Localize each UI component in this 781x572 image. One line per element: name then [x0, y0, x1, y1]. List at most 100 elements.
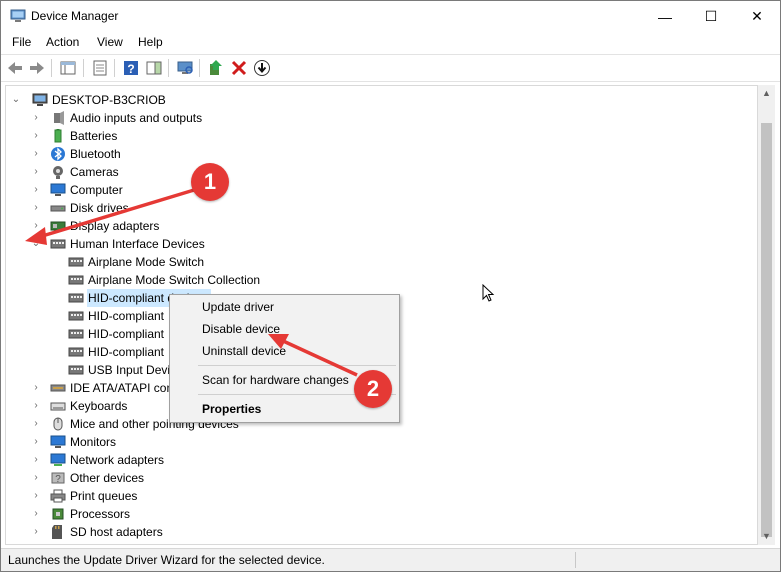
properties-sheet-icon[interactable] [91, 59, 109, 77]
maximize-button[interactable]: ☐ [688, 1, 734, 32]
menu-item-update-driver[interactable]: Update driver [170, 296, 399, 318]
scan-hardware-icon[interactable] [176, 59, 194, 77]
tree-category[interactable]: › Display adapters [30, 217, 330, 235]
scroll-down-icon[interactable]: ▼ [758, 528, 775, 545]
chevron-right-icon[interactable]: › [30, 523, 42, 541]
chevron-right-icon[interactable]: › [30, 451, 42, 469]
tree-category-label: Disk drives [70, 201, 129, 215]
tree-device-label: HID-compliant [88, 309, 165, 323]
svg-text:?: ? [127, 62, 134, 76]
tree-category[interactable]: › Disk drives [30, 199, 330, 217]
chevron-right-icon[interactable]: › [30, 127, 42, 145]
chevron-right-icon[interactable]: › [30, 217, 42, 235]
chevron-right-icon[interactable]: › [30, 379, 42, 397]
tree-category[interactable]: › Network adapters [30, 451, 330, 469]
tree-category[interactable]: › ? Other devices [30, 469, 330, 487]
minimize-button[interactable]: — [642, 1, 688, 32]
vertical-scrollbar[interactable]: ▲ ▼ [758, 85, 775, 545]
svg-text:?: ? [55, 474, 61, 485]
chevron-down-icon[interactable]: ⌄ [30, 235, 42, 253]
menu-separator [198, 365, 396, 366]
tree-root[interactable]: ⌄ DESKTOP-B3CRIOB [10, 91, 310, 109]
update-driver-icon[interactable] [207, 59, 225, 77]
tree-category[interactable]: › Monitors [30, 433, 330, 451]
display-adapter-icon [50, 221, 66, 231]
hid-device-icon [68, 275, 84, 285]
tree-category[interactable]: › Batteries [30, 127, 330, 145]
status-bar: Launches the Update Driver Wizard for th… [1, 548, 780, 571]
toolbar-separator [199, 59, 200, 77]
menu-view[interactable]: View [97, 35, 123, 49]
back-arrow-icon[interactable] [6, 59, 24, 77]
hid-icon [50, 239, 66, 249]
chevron-right-icon[interactable]: › [30, 199, 42, 217]
chevron-right-icon[interactable]: › [30, 505, 42, 523]
menu-item-uninstall-device[interactable]: Uninstall device [170, 340, 399, 362]
action-pane-icon[interactable] [145, 59, 163, 77]
toolbar-separator [51, 59, 52, 77]
scrollbar-thumb[interactable] [761, 123, 772, 537]
show-hide-tree-icon[interactable] [59, 59, 77, 77]
tree-category[interactable]: › Computer [30, 181, 330, 199]
chevron-right-icon[interactable]: › [30, 181, 42, 199]
tree-device[interactable]: Airplane Mode Switch [68, 253, 368, 271]
menu-action[interactable]: Action [46, 35, 79, 49]
tree-category-label: Print queues [70, 489, 138, 503]
hid-device-icon [68, 347, 84, 357]
tree-device-label: USB Input Devi [88, 363, 171, 377]
menu-help[interactable]: Help [138, 35, 163, 49]
tree-category-label: IDE ATA/ATAPI con [70, 381, 174, 395]
scroll-up-icon[interactable]: ▲ [758, 85, 775, 102]
bluetooth-icon [51, 147, 65, 161]
chevron-right-icon[interactable]: › [30, 415, 42, 433]
chevron-right-icon[interactable]: › [30, 163, 42, 181]
processor-icon [52, 508, 64, 520]
tree-category-label: Monitors [70, 435, 117, 449]
tree-category[interactable]: › Audio inputs and outputs [30, 109, 330, 127]
hid-device-icon [68, 365, 84, 375]
chevron-right-icon[interactable]: › [30, 487, 42, 505]
tree-category-label: Bluetooth [70, 147, 121, 161]
tree-category-label: Keyboards [70, 399, 128, 413]
window-title: Device Manager [31, 9, 119, 23]
sd-card-icon [52, 525, 62, 539]
toolbar-separator [168, 59, 169, 77]
monitor-icon [50, 435, 66, 448]
chevron-right-icon[interactable]: › [30, 397, 42, 415]
chevron-right-icon[interactable]: › [30, 109, 42, 127]
menu-item-disable-device[interactable]: Disable device [170, 318, 399, 340]
tree-category-label: SD host adapters [70, 525, 163, 539]
chevron-down-icon[interactable]: ⌄ [10, 91, 22, 109]
disk-drive-icon [50, 205, 66, 212]
tree-device-label: Airplane Mode Switch Collection [88, 273, 261, 287]
other-devices-icon: ? [51, 472, 65, 485]
tree-category-expanded[interactable]: ⌄ Human Interface Devices [30, 235, 330, 253]
hid-device-icon [68, 293, 84, 303]
toolbar-separator [114, 59, 115, 77]
chevron-right-icon[interactable]: › [30, 469, 42, 487]
forward-arrow-icon[interactable] [28, 59, 46, 77]
toolbar-separator [83, 59, 84, 77]
close-button[interactable]: ✕ [734, 1, 780, 32]
tree-category[interactable]: › Bluetooth [30, 145, 330, 163]
device-manager-window: Device Manager — ☐ ✕ File Action View He… [0, 0, 781, 572]
chevron-right-icon[interactable]: › [30, 433, 42, 451]
battery-icon [54, 129, 62, 143]
tree-category-label: Display adapters [70, 219, 160, 233]
tree-device[interactable]: Airplane Mode Switch Collection [68, 271, 368, 289]
tree-category-label: Batteries [70, 129, 118, 143]
tree-category[interactable]: › Processors [30, 505, 330, 523]
tree-category-label: Cameras [70, 165, 119, 179]
mouse-icon [53, 417, 63, 431]
chevron-right-icon[interactable]: › [30, 145, 42, 163]
help-icon[interactable]: ? [122, 59, 140, 77]
download-circle-icon[interactable] [253, 59, 271, 77]
tree-category[interactable]: › SD host adapters [30, 523, 330, 541]
tree-category[interactable]: › Cameras [30, 163, 330, 181]
tree-category-label: Processors [70, 507, 131, 521]
hid-device-icon [68, 257, 84, 267]
menu-file[interactable]: File [12, 35, 31, 49]
tree-category-label: Computer [70, 183, 123, 197]
uninstall-x-icon[interactable] [230, 59, 248, 77]
tree-category[interactable]: › Print queues [30, 487, 330, 505]
